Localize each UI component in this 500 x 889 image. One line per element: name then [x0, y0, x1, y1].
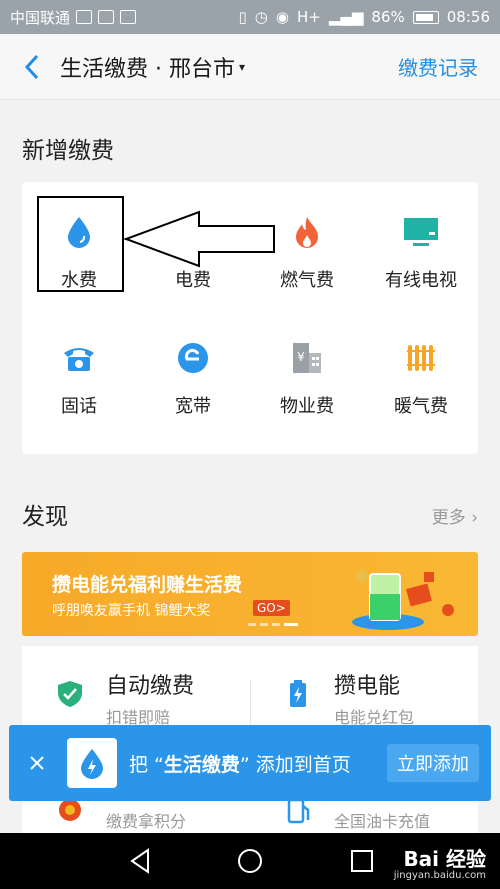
vibrate-icon: ▯: [238, 8, 247, 26]
landline-label: 固话: [61, 396, 97, 417]
heating-fee-label: 暖气费: [394, 396, 448, 417]
fuel-card-subtitle: 全国油卡充值: [334, 812, 431, 831]
clock: 08:56: [446, 8, 490, 26]
property-fee-label: 物业费: [280, 396, 334, 417]
msg-suffix: ” 添加到首页: [239, 753, 351, 776]
svg-text:¥: ¥: [297, 350, 305, 364]
discover-heading: 发现: [22, 504, 68, 530]
add-to-home-bar: 把 “生活缴费” 添加到首页 立即添加: [9, 725, 491, 801]
heating-fee-item[interactable]: 暖气费: [364, 308, 478, 418]
flame-icon: [285, 210, 329, 254]
page-dot: [248, 623, 256, 626]
battery-icon: [290, 680, 306, 707]
watermark-url: jingyan.baidu.com: [393, 870, 486, 881]
status-bar: 中国联通 ▯ ◷ ◉ H+ ▂▄▆ 86% 08:56: [0, 0, 500, 34]
page-dot-active: [284, 623, 298, 626]
landline-item[interactable]: 固话: [22, 308, 136, 418]
radiator-icon: [399, 336, 443, 380]
cable-tv-item[interactable]: 有线电视: [364, 182, 478, 292]
banner-go-badge: GO>: [253, 600, 290, 616]
points-subtitle: 缴费拿积分: [106, 812, 187, 831]
highlight-box: [37, 196, 124, 292]
alarm-icon: ◷: [254, 8, 268, 26]
pointer-arrow-annotation: [124, 210, 275, 268]
more-link[interactable]: 更多 ›: [432, 503, 478, 528]
page-dot: [260, 623, 268, 626]
page-title[interactable]: 生活缴费 · 邢台市: [60, 51, 235, 83]
msg-prefix: 把 “: [129, 753, 164, 776]
app-shortcut-icon: [67, 738, 117, 788]
image-icon: [120, 10, 137, 24]
msg-app-name: 生活缴费: [163, 753, 240, 776]
electric-fee-label: 电费: [175, 270, 211, 291]
property-fee-item[interactable]: ¥ 物业费: [250, 308, 364, 418]
carrier-label: 中国联通: [10, 8, 71, 27]
auto-pay-item[interactable]: 自动缴费 扣错即赔: [22, 646, 250, 734]
system-nav-bar: Bai 经验 jingyan.baidu.com: [0, 833, 500, 889]
network-type: H+: [296, 8, 321, 26]
cable-tv-label: 有线电视: [385, 270, 457, 291]
header: 生活缴费 · 邢台市 ▾ 缴费记录: [0, 34, 500, 100]
nav-recents-icon[interactable]: [348, 847, 376, 875]
add-to-home-message: 把 “生活缴费” 添加到首页: [129, 750, 351, 777]
watermark-logo: Bai 经验: [403, 847, 486, 871]
save-energy-item[interactable]: 攒电能 电能兑红包: [250, 646, 478, 734]
banner-subtitle: 呼朋唤友赢手机 锦鲤大奖: [52, 603, 211, 619]
add-now-button[interactable]: 立即添加: [387, 744, 479, 782]
battery-coins-illustration: [352, 570, 454, 630]
tv-icon: [399, 210, 443, 254]
banner-title: 攒电能兑福利赚生活费: [52, 574, 243, 596]
wechat-icon: [98, 10, 115, 24]
broadband-item[interactable]: 宽带: [136, 308, 250, 418]
payment-records-link[interactable]: 缴费记录: [398, 52, 478, 81]
shield-check-icon: [58, 681, 82, 707]
battery-icon: [412, 10, 439, 24]
banner-pagination: [248, 623, 298, 626]
building-icon: ¥: [285, 336, 329, 380]
nav-home-icon[interactable]: [236, 847, 264, 875]
promo-banner[interactable]: 攒电能兑福利赚生活费 呼朋唤友赢手机 锦鲤大奖 GO>: [22, 552, 478, 636]
gas-fee-label: 燃气费: [280, 270, 334, 291]
city-dropdown-icon[interactable]: ▾: [239, 60, 245, 74]
telephone-icon: [57, 336, 101, 380]
page-dot: [272, 623, 280, 626]
chevron-right-icon: ›: [471, 508, 478, 528]
battery-percent: 86%: [371, 8, 405, 26]
eye-icon: ◉: [275, 8, 289, 26]
save-energy-title: 攒电能: [334, 674, 401, 699]
broadband-label: 宽带: [175, 396, 211, 417]
broadband-icon: [171, 336, 215, 380]
new-payment-heading: 新增缴费: [22, 138, 114, 164]
nav-back-icon[interactable]: [126, 847, 154, 875]
back-arrow-icon[interactable]: [10, 45, 54, 89]
close-icon[interactable]: [17, 743, 57, 783]
notification-icon: [76, 10, 93, 24]
signal-icon: ▂▄▆: [328, 8, 364, 26]
more-label: 更多: [431, 508, 466, 528]
auto-pay-title: 自动缴费: [106, 674, 195, 699]
